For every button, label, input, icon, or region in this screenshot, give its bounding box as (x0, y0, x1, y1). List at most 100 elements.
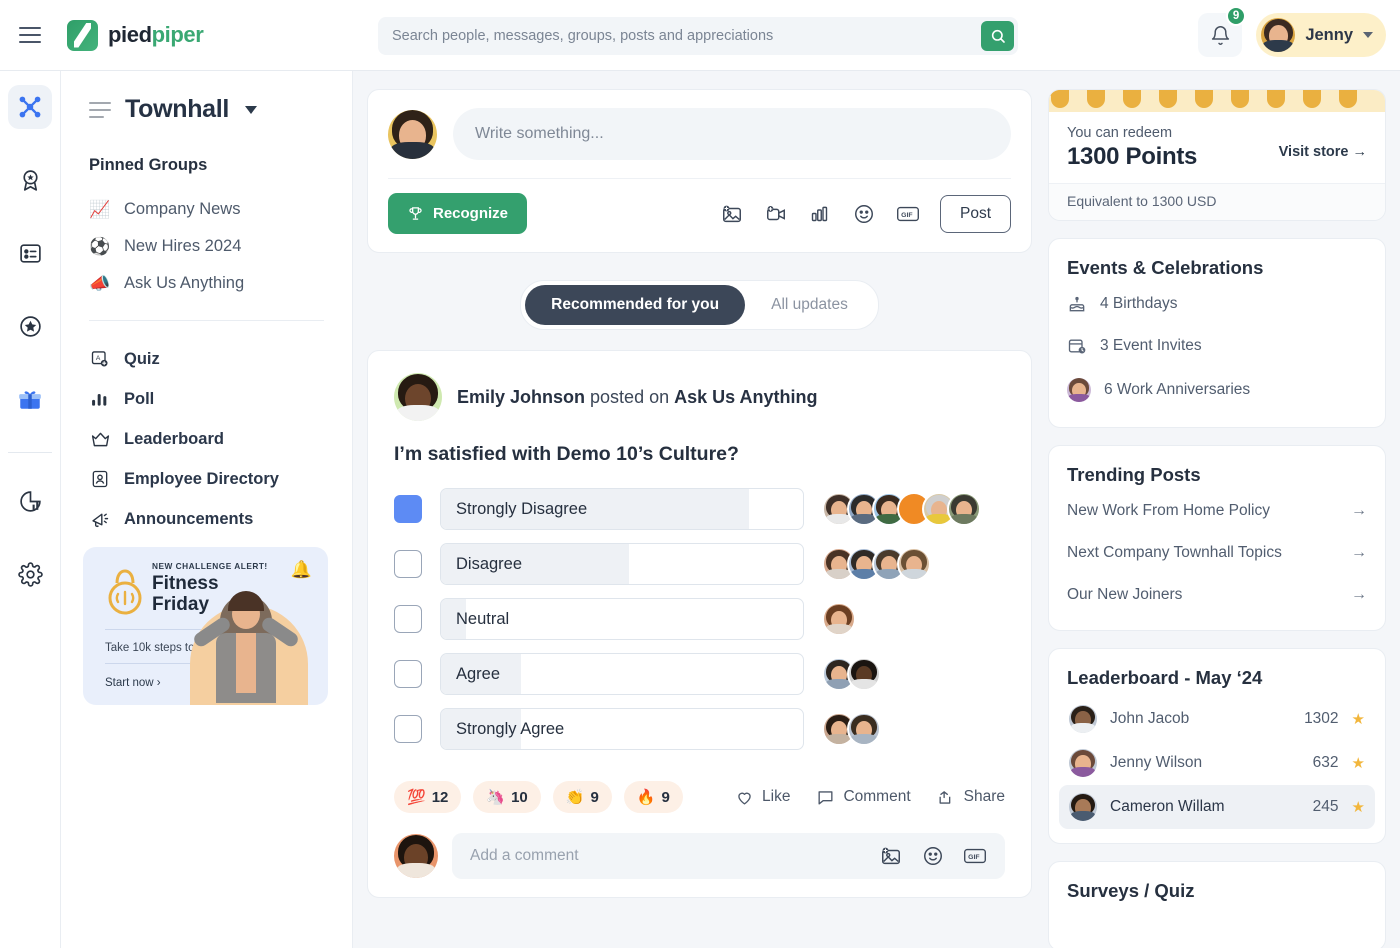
soccer-ball-icon: ⚽ (89, 237, 111, 256)
chevron-down-icon[interactable] (245, 105, 258, 114)
event-item-anniversaries[interactable]: 6 Work Anniversaries (1049, 367, 1385, 413)
tab-recommended[interactable]: Recommended for you (525, 285, 746, 325)
poll-voters (822, 602, 856, 636)
brand-text-secondary: piper (151, 22, 204, 47)
composer-input[interactable] (475, 125, 989, 143)
emoji-icon[interactable] (852, 202, 876, 226)
reaction-pill[interactable]: 🔥 9 (623, 781, 683, 813)
add-photo-icon[interactable] (720, 202, 744, 226)
poll-checkbox[interactable] (394, 495, 422, 523)
feed-tabs-wrap: Recommended for you All updates (367, 280, 1032, 330)
sidebar-item-quiz[interactable]: A Quiz (61, 339, 352, 379)
rail-item-rewards[interactable] (8, 377, 52, 421)
trending-label: New Work From Home Policy (1067, 502, 1270, 519)
leaderboard-row[interactable]: Jenny Wilson 632 ★ (1059, 741, 1375, 785)
poll-bar[interactable]: Strongly Agree (440, 708, 804, 750)
leaderboard-card: Leaderboard - May ‘24 John Jacob 1302 ★ … (1048, 648, 1386, 844)
comment-input-wrap[interactable]: GIF (452, 833, 1005, 879)
comment-input[interactable] (470, 847, 879, 865)
leaderboard-row[interactable]: John Jacob 1302 ★ (1059, 697, 1375, 741)
sidebar-item-ask-us-anything[interactable]: 📣 Ask Us Anything (61, 265, 352, 302)
rail-item-dashboard[interactable] (8, 85, 52, 129)
share-button[interactable]: Share (937, 788, 1005, 807)
brand-logo[interactable]: piedpiper (67, 19, 204, 51)
event-item-birthdays[interactable]: 4 Birthdays (1049, 283, 1385, 325)
sidebar-item-label: Leaderboard (124, 429, 224, 448)
svg-text:GIF: GIF (901, 212, 912, 219)
sidebar-item-employee-directory[interactable]: Employee Directory (61, 459, 352, 499)
leaderboard-title: Leaderboard - May ‘24 (1067, 667, 1263, 688)
add-video-icon[interactable] (764, 202, 788, 226)
post-button[interactable]: Post (939, 194, 1011, 233)
leaderboard-row[interactable]: Cameron Willam 245 ★ (1059, 785, 1375, 829)
trending-item[interactable]: New Work From Home Policy → (1049, 490, 1385, 532)
sidebar-item-new-hires[interactable]: ⚽ New Hires 2024 (61, 228, 352, 265)
promo-card-fitness-friday[interactable]: 🔔 NEW CHALLENGE ALERT! Fitness Friday Ta… (83, 547, 328, 705)
gif-icon[interactable]: GIF (896, 202, 920, 226)
event-item-invites[interactable]: 3 Event Invites (1049, 325, 1385, 367)
reaction-pill[interactable]: 💯 12 (394, 781, 462, 813)
right-sidebar: You can redeem 1300 Points Visit store →… (1048, 71, 1400, 948)
poll-bar[interactable]: Disagree (440, 543, 804, 585)
poll-bar[interactable]: Agree (440, 653, 804, 695)
poll-bars-icon[interactable] (808, 202, 832, 226)
sidebar-item-company-news[interactable]: 📈 Company News (61, 191, 352, 228)
rail-item-settings[interactable] (8, 552, 52, 596)
page-title: Townhall (125, 95, 230, 123)
leaderboard-name: Cameron Willam (1110, 798, 1225, 815)
feed-post: Emily Johnson posted on Ask Us Anything … (367, 350, 1032, 898)
reaction-pill[interactable]: 👏 9 (552, 781, 612, 813)
sidebar-title-row[interactable]: Townhall (61, 95, 352, 124)
tab-all-updates[interactable]: All updates (745, 285, 874, 325)
visit-store-link[interactable]: Visit store → (1279, 144, 1367, 160)
poll-checkbox[interactable] (394, 715, 422, 743)
trending-label: Our New Joiners (1067, 586, 1183, 603)
add-photo-icon[interactable] (879, 844, 903, 868)
scallop-decoration (1049, 90, 1385, 112)
trending-up-icon: 📈 (89, 200, 111, 219)
rail-item-feed[interactable] (8, 231, 52, 275)
poll-option-label: Neutral (456, 609, 510, 628)
megaphone-icon (89, 508, 111, 530)
avatar-icon (1067, 378, 1091, 402)
rail-item-awards[interactable] (8, 158, 52, 202)
trending-item[interactable]: Next Company Townhall Topics → (1049, 532, 1385, 574)
poll-checkbox[interactable] (394, 550, 422, 578)
sidebar-item-leaderboard[interactable]: Leaderboard (61, 419, 352, 459)
sidebar-item-poll[interactable]: Poll (61, 379, 352, 419)
rail-item-recognition[interactable] (8, 304, 52, 348)
svg-text:A: A (96, 355, 101, 362)
recognize-label: Recognize (433, 205, 509, 222)
top-bar: piedpiper 9 Jen (0, 0, 1400, 71)
sidebar-item-announcements[interactable]: Announcements (61, 499, 352, 539)
post-group[interactable]: Ask Us Anything (674, 387, 817, 407)
network-icon (19, 96, 41, 118)
search-button[interactable] (981, 21, 1014, 51)
emoji-icon[interactable] (921, 844, 945, 868)
poll-voters (822, 657, 881, 691)
search-input[interactable] (378, 17, 981, 55)
poll-voters (822, 712, 881, 746)
composer-input-wrap[interactable] (453, 108, 1011, 160)
poll-bar[interactable]: Neutral (440, 598, 804, 640)
comment-button[interactable]: Comment (816, 788, 911, 807)
user-menu[interactable]: Jenny (1256, 13, 1386, 57)
quiz-icon: A (89, 348, 111, 370)
poll-checkbox[interactable] (394, 605, 422, 633)
avatar[interactable] (394, 373, 442, 421)
search-bar[interactable] (378, 17, 1018, 55)
post-author[interactable]: Emily Johnson (457, 387, 585, 407)
trending-item[interactable]: Our New Joiners → (1049, 574, 1385, 616)
poll-option-label: Disagree (456, 554, 523, 573)
gif-icon[interactable]: GIF (963, 844, 987, 868)
sidebar-item-label: New Hires 2024 (124, 237, 242, 255)
recognize-button[interactable]: Recognize (388, 193, 528, 234)
poll-checkbox[interactable] (394, 660, 422, 688)
notifications-button[interactable]: 9 (1198, 6, 1247, 57)
menu-toggle-icon[interactable] (19, 27, 41, 43)
reaction-pill[interactable]: 🦄 10 (473, 781, 541, 813)
promo-cta-link[interactable]: Start now › (105, 677, 161, 689)
rail-item-analytics[interactable] (8, 479, 52, 523)
like-button[interactable]: Like (735, 788, 790, 807)
poll-bar[interactable]: Strongly Disagree (440, 488, 804, 530)
